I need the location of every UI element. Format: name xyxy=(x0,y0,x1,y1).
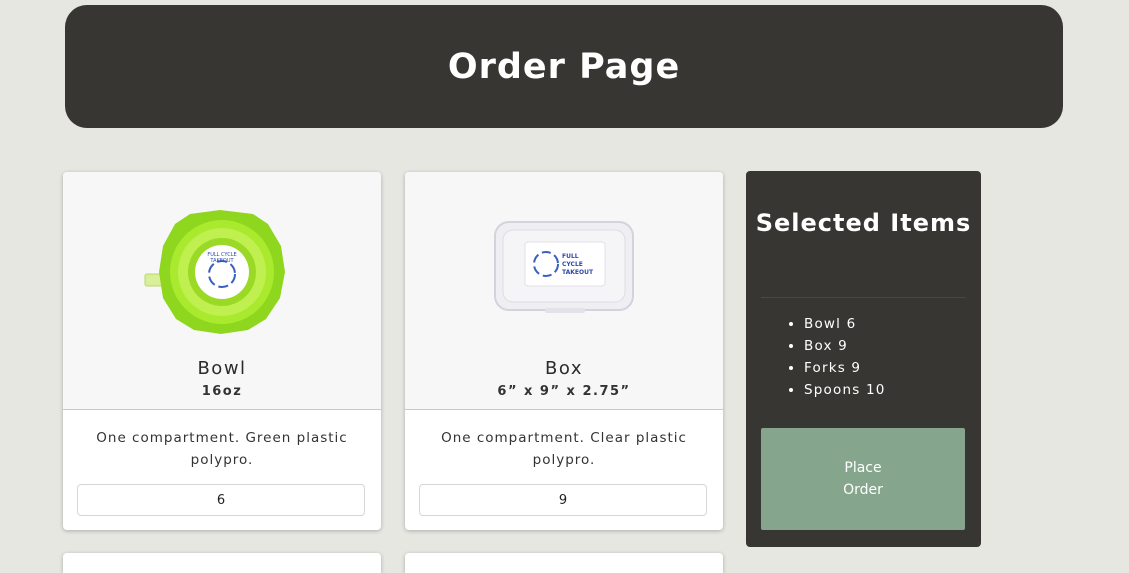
svg-text:TAKEOUT: TAKEOUT xyxy=(562,269,594,276)
bowl-quantity-input[interactable] xyxy=(77,484,365,516)
product-name: Box xyxy=(545,358,583,379)
bowl-image: FULL CYCLE TAKEOUT xyxy=(144,210,285,334)
product-description: One compartment. Clear plastic polypro. xyxy=(441,430,687,468)
place-order-button[interactable]: Place Order xyxy=(761,428,965,530)
box-quantity-input[interactable] xyxy=(419,484,707,516)
page-title: Order Page xyxy=(447,46,681,87)
page-header: Order Page xyxy=(65,5,1063,128)
box-image: FULL CYCLE TAKEOUT xyxy=(494,221,634,313)
svg-text:TAKEOUT: TAKEOUT xyxy=(209,258,234,264)
product-card-top: FULL CYCLE TAKEOUT Bowl 16oz xyxy=(63,172,381,410)
product-card-bowl: FULL CYCLE TAKEOUT Bowl 16oz One compart… xyxy=(63,172,381,530)
product-description: One compartment. Green plastic polypro. xyxy=(96,430,348,468)
divider xyxy=(761,297,966,298)
product-card-box: FULL CYCLE TAKEOUT Box 6” x 9” x 2.75” O… xyxy=(405,172,723,530)
product-size: 16oz xyxy=(201,384,243,399)
svg-text:FULL: FULL xyxy=(562,253,579,260)
list-item: Spoons 10 xyxy=(804,379,886,401)
product-size: 6” x 9” x 2.75” xyxy=(497,384,631,399)
selected-items-title: Selected Items xyxy=(755,209,972,237)
list-item: Box 9 xyxy=(804,335,886,357)
product-card-stub xyxy=(405,553,723,573)
product-card-top: FULL CYCLE TAKEOUT Box 6” x 9” x 2.75” xyxy=(405,172,723,410)
product-card-stub xyxy=(63,553,381,573)
svg-text:CYCLE: CYCLE xyxy=(562,261,583,268)
selected-items-list: Bowl 6 Box 9 Forks 9 Spoons 10 xyxy=(784,313,886,401)
place-order-label: Place Order xyxy=(843,460,883,498)
selected-items-panel: Selected Items Bowl 6 Box 9 Forks 9 Spoo… xyxy=(746,171,981,547)
list-item: Forks 9 xyxy=(804,357,886,379)
list-item: Bowl 6 xyxy=(804,313,886,335)
product-name: Bowl xyxy=(197,358,247,379)
